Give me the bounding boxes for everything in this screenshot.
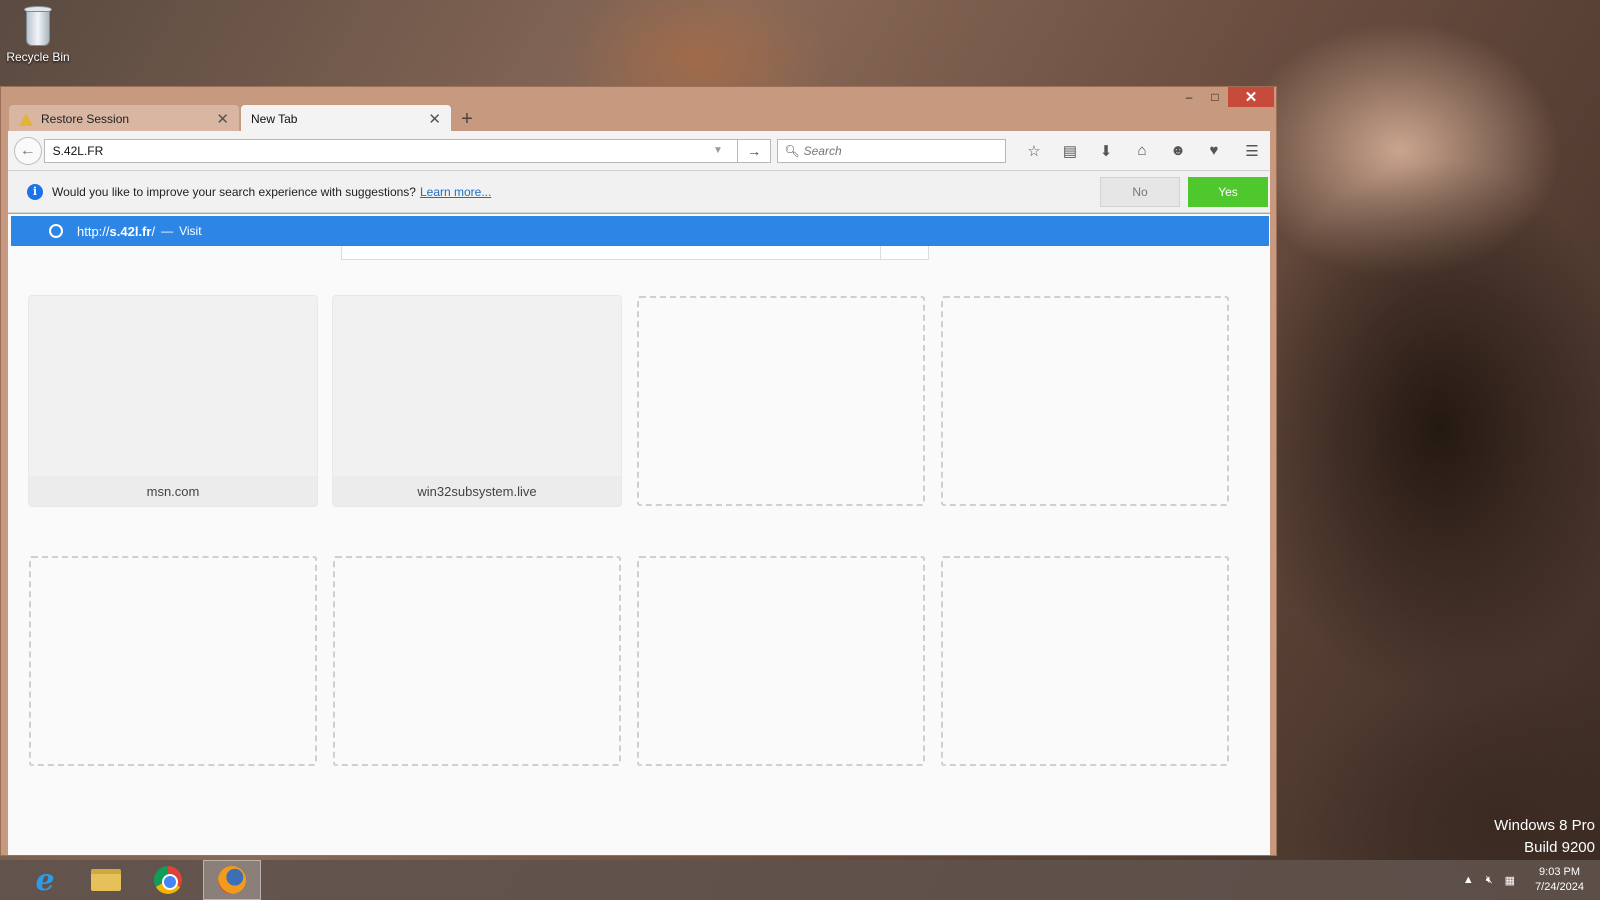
top-site-tile[interactable]: msn.com [29,296,317,506]
empty-tile [29,556,317,766]
info-icon: i [27,183,43,200]
reading-list-icon[interactable]: ▤ [1052,137,1088,165]
warning-icon [19,112,33,126]
empty-tile [333,556,621,766]
windows-watermark: Windows 8 Pro Build 9200 [1494,815,1595,859]
window-controls: – □ ✕ [1176,87,1274,107]
go-button[interactable]: → [737,138,772,163]
internet-explorer-icon: e [35,862,55,898]
new-tab-button[interactable]: + [453,105,481,133]
arrow-right-icon: → [747,142,762,159]
volume-muted-icon[interactable]: 🔇︎ [1486,874,1493,887]
hello-icon[interactable]: ☻ [1160,137,1196,165]
tab-title: Restore Session [41,112,130,126]
tab-strip: Restore Session ✕ New Tab ✕ + [9,103,481,133]
taskbar-firefox[interactable] [203,860,261,900]
tile-label: msn.com [29,476,317,506]
show-hidden-icons-icon[interactable]: ▲ [1463,874,1474,886]
taskbar-internet-explorer[interactable]: e [16,860,74,900]
empty-tile [637,556,925,766]
empty-tile [941,556,1229,766]
url-suggestion-row[interactable]: http://s.42l.fr/ — Visit [11,216,1269,246]
tab-title: New Tab [251,112,298,126]
recycle-bin-label: Recycle Bin [6,50,70,64]
page-search-box[interactable] [341,246,929,260]
menu-icon[interactable]: ☰ [1234,137,1270,165]
watermark-build: Build 9200 [1524,839,1595,856]
close-tab-icon[interactable]: ✕ [216,110,229,128]
back-button[interactable]: ← [14,136,42,165]
bookmark-star-icon[interactable]: ☆ [1016,137,1052,165]
search-bar[interactable]: 🔍︎ [777,138,1006,163]
search-input[interactable] [803,143,994,158]
close-window-button[interactable]: ✕ [1228,87,1274,107]
no-button[interactable]: No [1100,177,1180,207]
clock-time: 9:03 PM [1539,866,1581,878]
yes-button[interactable]: Yes [1188,177,1268,207]
taskbar: e ▲ 🔇︎ ▦ 9:03 PM 7/24/2024 [0,860,1600,900]
search-icon: 🔍︎ [784,143,800,158]
search-suggestions-notification: i Would you like to improve your search … [8,171,1270,213]
watermark-edition: Windows 8 Pro [1494,817,1595,834]
clock-date: 7/24/2024 [1535,881,1584,893]
recycle-bin[interactable]: Recycle Bin [6,6,70,64]
url-bar[interactable]: ▼ [43,138,738,163]
new-tab-page: msn.com win32subsystem.live [8,214,1270,855]
back-arrow-icon: ← [19,141,36,159]
close-tab-icon[interactable]: ✕ [428,110,441,128]
minimize-button[interactable]: – [1176,87,1202,107]
toolbar-icons: ☆ ▤ ⬇ ⌂ ☻ ♥ ☰ [1016,137,1270,165]
title-bar: – □ ✕ Restore Session ✕ New Tab ✕ + [1,87,1276,133]
empty-tile [941,296,1229,506]
top-site-tile[interactable]: win32subsystem.live [333,296,621,506]
download-icon[interactable]: ⬇ [1088,137,1124,165]
suggestion-action: Visit [179,224,202,238]
chrome-icon [154,866,182,894]
maximize-button[interactable]: □ [1202,87,1228,107]
tab-restore-session[interactable]: Restore Session ✕ [9,105,239,133]
url-dropdown-icon[interactable]: ▼ [713,145,723,156]
home-icon[interactable]: ⌂ [1124,137,1160,165]
recycle-bin-icon [23,6,53,46]
navigation-toolbar: ← ▼ → 🔍︎ ☆ ▤ ⬇ ⌂ ☻ ♥ ☰ [8,131,1270,171]
suggestion-separator: — [161,224,174,238]
tile-label: win32subsystem.live [333,476,621,506]
url-input[interactable] [52,143,713,158]
system-tray: ▲ 🔇︎ ▦ 9:03 PM 7/24/2024 [1457,860,1600,900]
globe-icon [49,224,63,238]
firefox-icon [218,866,246,894]
pocket-icon[interactable]: ♥ [1196,137,1232,165]
network-icon[interactable]: ▦ [1505,874,1515,887]
clock[interactable]: 9:03 PM 7/24/2024 [1535,865,1584,895]
notification-text: Would you like to improve your search ex… [52,184,416,199]
tab-new-tab[interactable]: New Tab ✕ [241,105,451,133]
learn-more-link[interactable]: Learn more... [420,185,491,199]
empty-tile [637,296,925,506]
suggestion-url: http://s.42l.fr/ [77,223,156,239]
file-explorer-icon [91,869,121,891]
taskbar-chrome[interactable] [139,860,197,900]
taskbar-file-explorer[interactable] [77,860,135,900]
